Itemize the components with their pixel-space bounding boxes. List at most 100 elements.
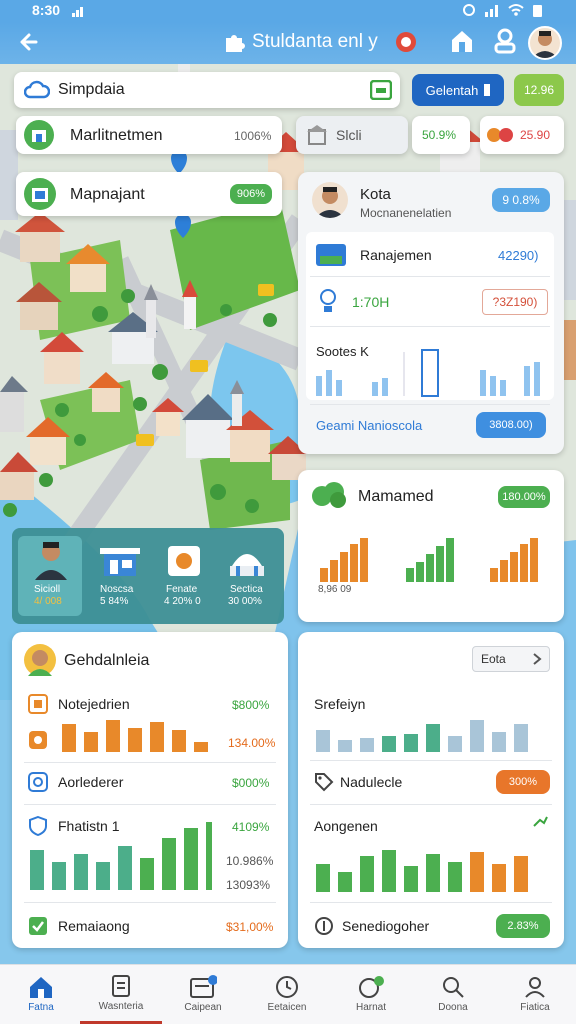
back-button[interactable] [16, 28, 46, 56]
ranajemen-value: 42290) [498, 248, 539, 263]
geami-label: Geami Nanioscola [316, 418, 423, 433]
kota-divider-1 [310, 276, 550, 277]
puzzle-icon [222, 30, 246, 59]
logo-icon [394, 30, 418, 59]
building-icon [306, 124, 328, 151]
clock-icon [276, 976, 298, 998]
status-icons [462, 3, 544, 17]
mamamed-card: Mamamed 180.00% 8,96 09 [298, 470, 564, 622]
nav-profile[interactable]: Fiatica [494, 964, 576, 1024]
eota-dropdown[interactable]: Eota [472, 646, 550, 672]
nav-chat[interactable]: Harnat [330, 964, 412, 1024]
time-value-text: ?3Z190) [492, 295, 538, 309]
kota-divider-2 [310, 326, 550, 327]
document-icon [112, 974, 130, 997]
cloud-tree-icon [310, 480, 348, 515]
home-button[interactable] [450, 28, 474, 59]
thumb-person-icon [34, 540, 68, 585]
aorlederer-value: $000% [232, 776, 270, 790]
profile-button[interactable] [494, 28, 516, 59]
thumb-value-2: 4 20% 0 [164, 596, 201, 607]
thumb-label-3: Sectica [230, 584, 263, 595]
mapnajant-card[interactable]: Mapnajant 906% [16, 172, 282, 216]
fhatistn-chart-v1: 10.986% [226, 854, 274, 868]
calendar-icon[interactable] [369, 79, 393, 105]
ranajemen-label: Ranajemen [360, 247, 432, 263]
cloud-icon [23, 79, 51, 106]
thumb-tablet-icon [164, 540, 204, 585]
fhatistn-value: 4109% [232, 820, 270, 834]
aongenen-chart [316, 850, 528, 892]
store-icon [24, 120, 54, 150]
masks-card[interactable]: 25.90 [480, 116, 564, 154]
kota-panel: Kota Mocnanenelatien 9 0.8% Ranajemen 42… [298, 172, 564, 454]
masks-icon [486, 124, 514, 151]
remaiaong-value: $31,00% [226, 920, 274, 934]
nav-calendar-label: Caipean [184, 1002, 222, 1013]
top-badge[interactable]: 12.96 [514, 74, 564, 106]
aorlederer-label: Aorlederer [58, 774, 124, 790]
signal-bars-icon [485, 5, 498, 17]
kota-subtitle: Mocnanenelatien [360, 206, 452, 220]
notejedrien-sub-value: 134.00% [228, 736, 276, 750]
nav-documents[interactable]: Wasnteria [80, 964, 162, 1024]
back-arrow-icon [20, 33, 38, 51]
nav-clock-label: Eetaicen [267, 1002, 307, 1013]
thumb-value-0: 4/ 008 [34, 596, 62, 607]
calendar-icon [190, 975, 217, 998]
marlitnetmen-card[interactable]: Marlitnetmen 1006% [16, 116, 282, 154]
search-icon [443, 977, 464, 998]
circle-icon [28, 772, 48, 797]
header-title: Stuldanta enl y [252, 31, 378, 52]
thumb-labels: Sicioll 4/ 008 Noscsa 5 84% Fenate 4 20%… [16, 584, 284, 620]
nadulecle-badge: 300% [496, 770, 550, 794]
slcli-card[interactable]: Slcli [296, 116, 408, 154]
percent-badge[interactable]: 50.9% [412, 116, 470, 154]
notejedrien-chart [62, 720, 208, 752]
coin-icon [28, 730, 48, 755]
marlitnetmen-label: Marlitnetmen [70, 127, 163, 144]
nav-clock[interactable]: Eetaicen [246, 964, 328, 1024]
mamamed-axis: 8,96 09 [318, 584, 352, 595]
thumb-label-2: Fenate [166, 584, 198, 595]
user-avatar[interactable] [528, 26, 562, 60]
trend-arrow-icon [532, 814, 548, 835]
search-bar[interactable]: Simpdaia [14, 72, 400, 108]
nav-search[interactable]: Doona [412, 964, 494, 1024]
nav-documents-label: Wasnteria [98, 1000, 144, 1012]
nav-home[interactable]: Fatna [0, 964, 82, 1024]
right-divider-2 [310, 804, 552, 805]
home-icon [452, 31, 472, 52]
wifi-icon [508, 4, 524, 16]
thumb-dome-icon [226, 540, 268, 585]
thumb-value-1: 5 84% [100, 596, 129, 607]
notejedrien-label: Notejedrien [58, 696, 130, 712]
kota-badge: 9 0.8% [492, 188, 550, 212]
left-divider-2 [24, 804, 276, 805]
nav-profile-label: Fiatica [520, 1002, 550, 1013]
chevron-right-icon [531, 651, 543, 672]
thumb-label-0: Sicioll [34, 584, 61, 595]
notejedrien-icon [28, 694, 48, 719]
nav-calendar[interactable]: Caipean [162, 964, 244, 1024]
signal-icon [72, 4, 86, 22]
geami-value[interactable]: 3808.00) [476, 412, 546, 438]
mamamed-title: Mamamed [358, 488, 434, 505]
status-time: 8:30 [32, 2, 61, 18]
chat-icon [359, 976, 384, 998]
left-divider-1 [24, 762, 276, 763]
senediogoher-label: Senediogoher [342, 918, 430, 934]
percent-badge-value: 50.9% [422, 128, 457, 142]
person-icon [494, 28, 516, 54]
mamamed-badge: 180.00% [498, 486, 550, 508]
search-input[interactable]: Simpdaia [58, 81, 125, 99]
map-group-icon [24, 178, 56, 210]
flag-icon [484, 84, 491, 96]
person-icon [525, 977, 545, 998]
home-icon [30, 977, 52, 998]
kota-avatar [312, 182, 348, 218]
gehdalnleia-title: Gehdalnleia [64, 652, 150, 669]
senediogoher-badge: 2.83% [496, 914, 550, 938]
mapnajant-label: Mapnajant [70, 186, 145, 203]
search-button[interactable]: Gelentah [412, 74, 504, 106]
